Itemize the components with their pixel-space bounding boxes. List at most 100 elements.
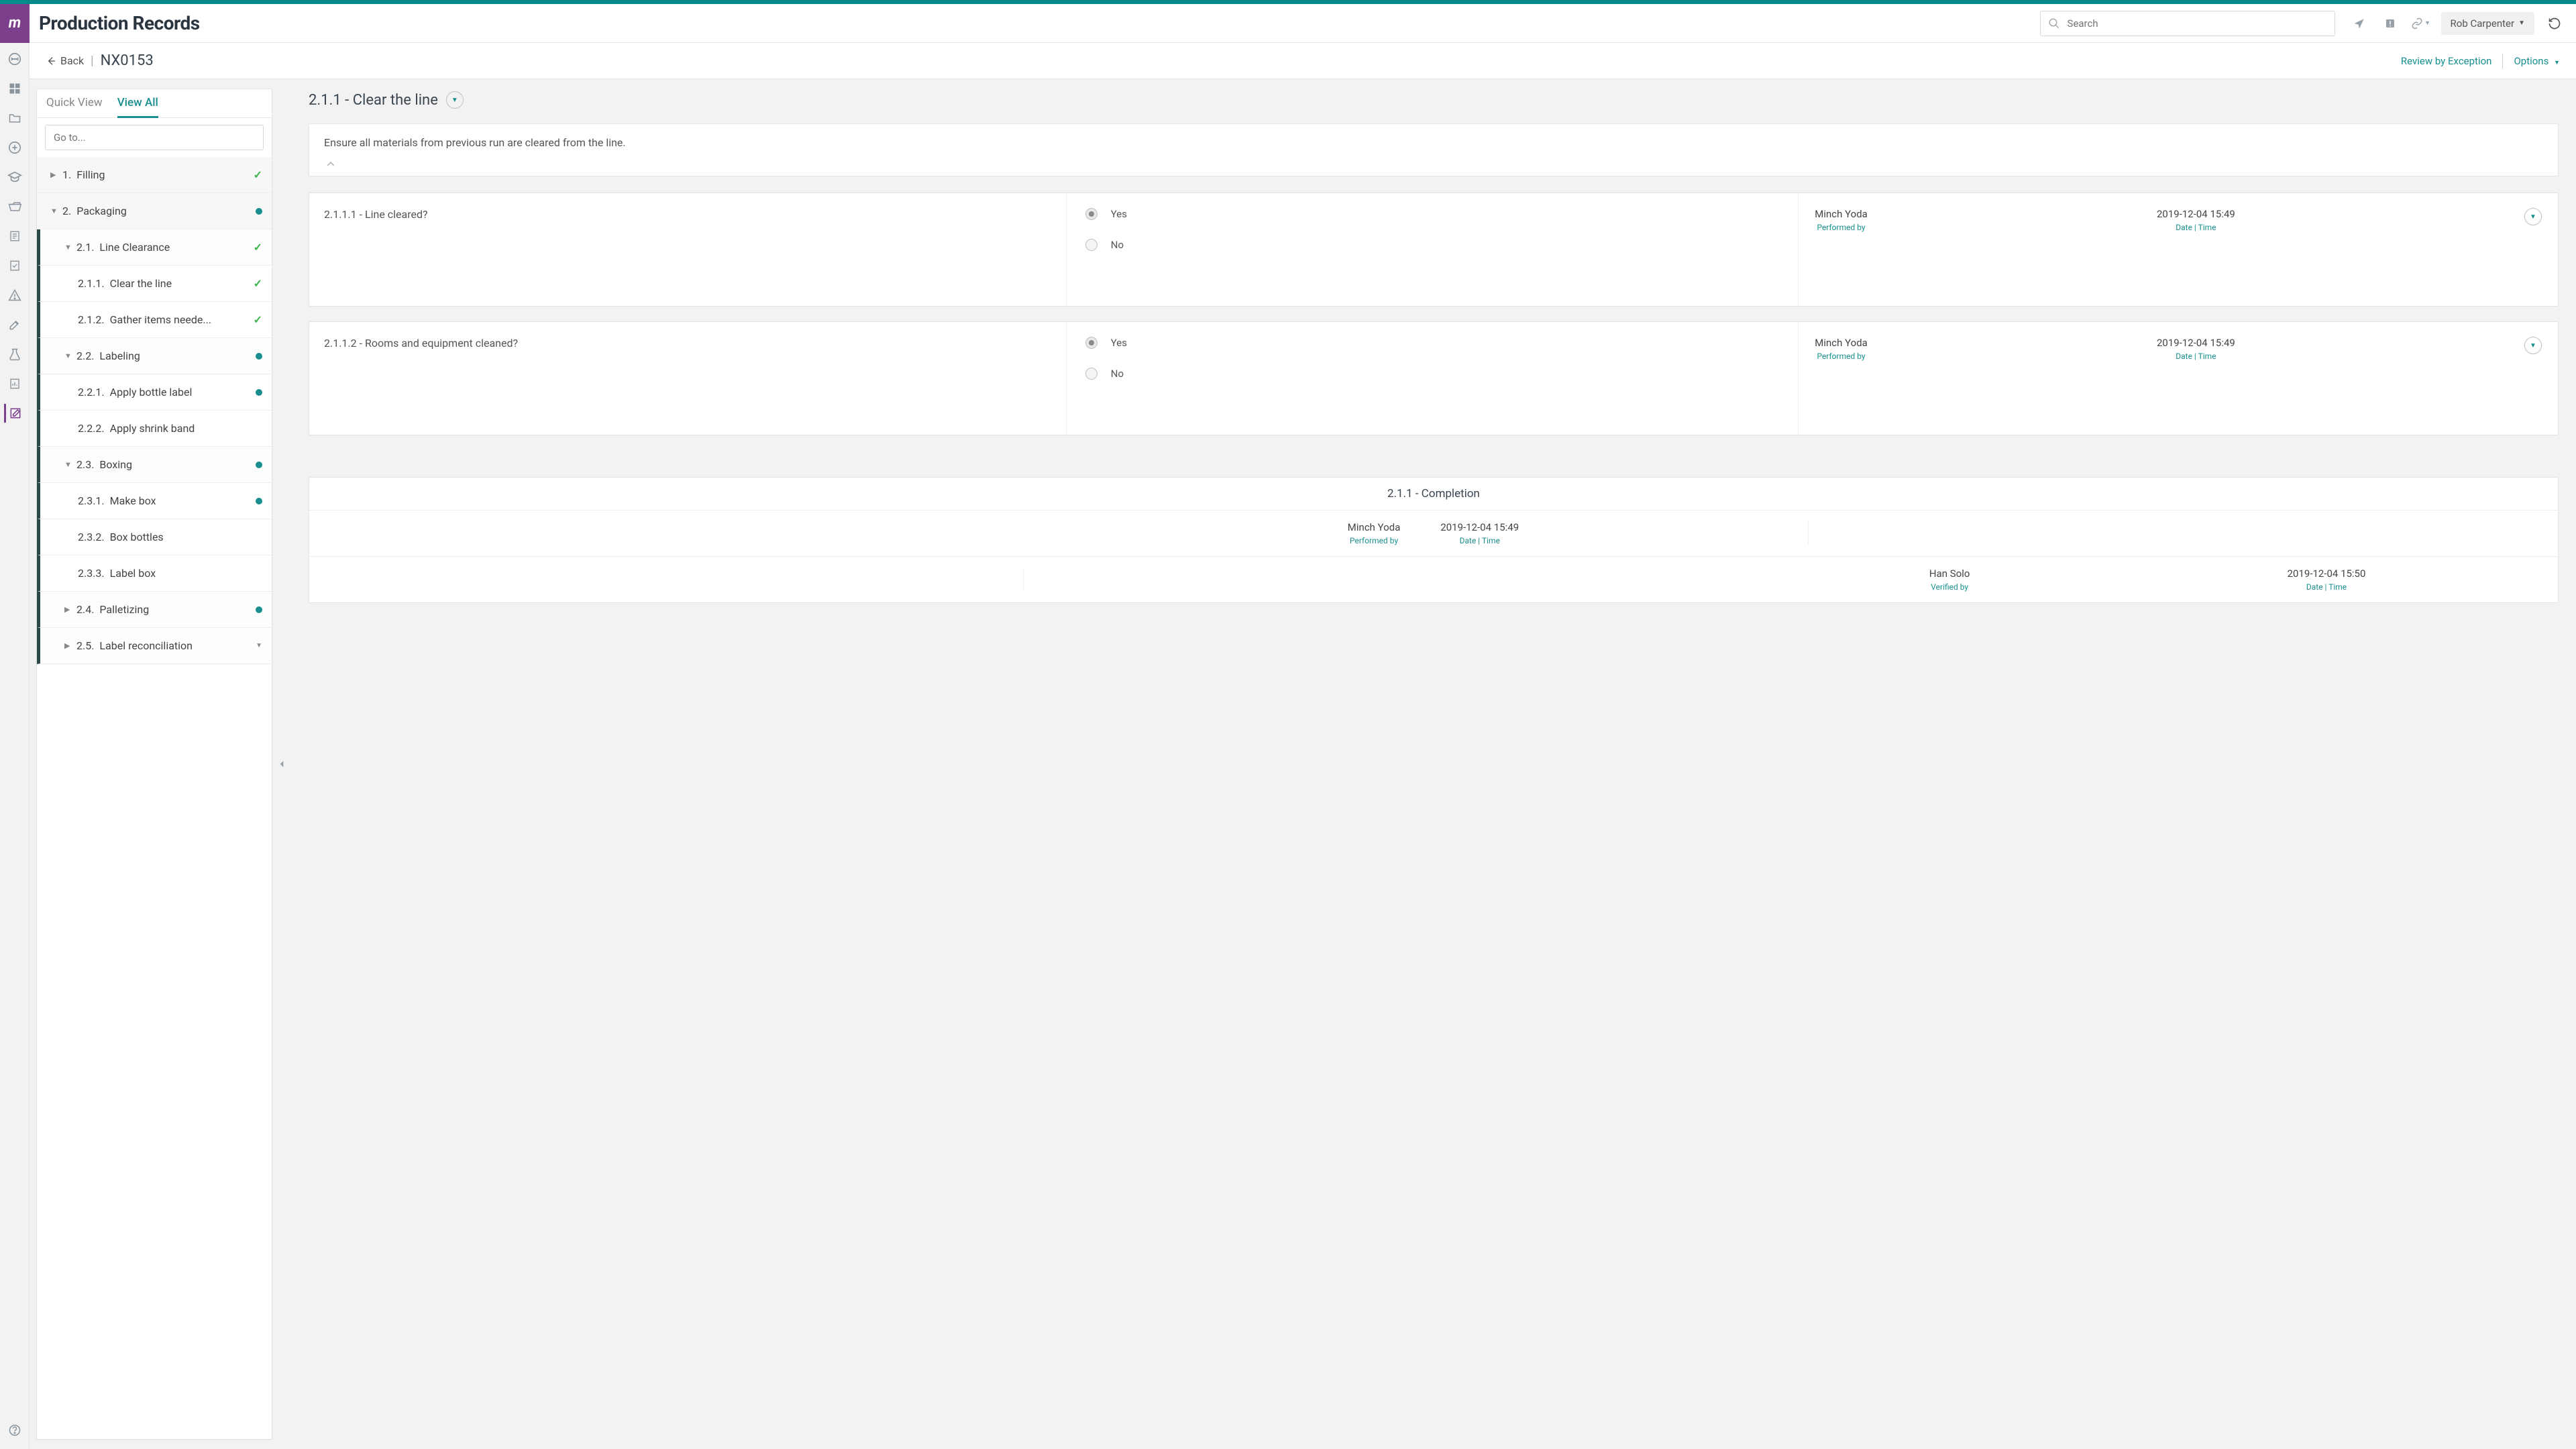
node-label: Packaging	[76, 205, 256, 217]
user-menu[interactable]: Rob Carpenter ▼	[2441, 12, 2534, 35]
caret-down-icon: ▼	[2518, 19, 2525, 27]
topbar: m Production Records ▼ Rob Carpenter ▼	[0, 4, 2576, 43]
collapse-instruction-icon[interactable]	[324, 160, 2543, 169]
user-name: Rob Carpenter	[2451, 17, 2515, 30]
rail-home-icon[interactable]	[5, 50, 24, 68]
datetime-block: 2019-12-04 15:49 Date | Time	[2157, 337, 2235, 361]
tree-scroll[interactable]: ▶ 1. Filling ✓ ▼ 2. Packaging ▼ 2. 1.	[37, 157, 272, 1439]
node-label: Box bottles	[110, 531, 262, 543]
performer-label: Performed by	[1815, 352, 1868, 361]
node-label: Palletizing	[99, 603, 256, 616]
rail-dashboard-icon[interactable]	[5, 79, 24, 98]
datetime-label: Date | Time	[2157, 352, 2235, 361]
verifier-label: Verified by	[1929, 582, 1970, 592]
tree-node-palletizing[interactable]: ▶ 2.4. Palletizing	[37, 592, 272, 628]
status-dot	[256, 205, 262, 217]
tree-node-box-bottles[interactable]: 2.3.2. Box bottles	[37, 519, 272, 555]
radio-no[interactable]: No	[1085, 368, 1780, 380]
main: Back | NX0153 Review by Exception Option…	[30, 43, 2576, 1449]
rail-records-icon[interactable]	[4, 404, 23, 423]
tree-node-gather-items[interactable]: 2.1.2. Gather items neede... ✓	[37, 302, 272, 338]
options-menu[interactable]: Options ▼	[2514, 55, 2560, 67]
chevron-down-icon: ▼	[64, 243, 76, 252]
performer-name: Minch Yoda	[1348, 521, 1401, 533]
completion-title: 2.1.1 - Completion	[309, 478, 2558, 511]
node-label: Boxing	[99, 458, 256, 471]
chevron-down-icon: ▼	[64, 352, 76, 360]
tree-node-line-clearance[interactable]: ▼ 2.1. Line Clearance ✓	[37, 229, 272, 266]
back-link[interactable]: Back	[46, 54, 84, 67]
question-card-2: 2.1.1.2 - Rooms and equipment cleaned? Y…	[309, 321, 2559, 435]
rail-add-icon[interactable]	[5, 138, 24, 157]
tree-node-apply-bottle-label[interactable]: 2.2.1. Apply bottle label	[37, 374, 272, 411]
tree-node-labeling[interactable]: ▼ 2.2. Labeling	[37, 338, 272, 374]
tree-node-apply-shrink-band[interactable]: 2.2.2. Apply shrink band	[37, 411, 272, 447]
datetime-label: Date | Time	[2157, 223, 2235, 232]
location-icon[interactable]	[2349, 13, 2370, 34]
rail-help-icon[interactable]	[5, 1421, 24, 1440]
detail-title: 2.1.1 - Clear the line	[309, 92, 438, 109]
question-answers: Yes No	[1067, 322, 1799, 435]
search-icon	[2048, 17, 2060, 30]
rail-training-icon[interactable]	[5, 168, 24, 186]
tree-node-filling[interactable]: ▶ 1. Filling ✓	[37, 157, 272, 193]
rail-document-icon[interactable]	[5, 227, 24, 246]
link-icon[interactable]: ▼	[2410, 13, 2432, 34]
radio-label: Yes	[1111, 337, 1127, 349]
refresh-icon[interactable]	[2544, 13, 2565, 34]
tab-view-all[interactable]: View All	[117, 96, 158, 118]
rail-checklist-icon[interactable]	[5, 256, 24, 275]
node-label: Make box	[110, 494, 256, 507]
node-number: 2.	[62, 205, 71, 217]
tree-node-clear-the-line[interactable]: 2.1.1. Clear the line ✓	[37, 266, 272, 302]
radio-yes[interactable]: Yes	[1085, 337, 1780, 349]
node-label: Label box	[110, 567, 262, 580]
search-input[interactable]	[2040, 11, 2335, 36]
app-logo[interactable]: m	[0, 4, 30, 43]
content-row: Quick View View All ▶ 1. Filling ✓ ▼	[30, 79, 2576, 1449]
back-label: Back	[60, 54, 84, 67]
datetime-label: Date | Time	[2288, 582, 2366, 592]
radio-icon	[1085, 337, 1097, 349]
rail-open-folder-icon[interactable]	[5, 197, 24, 216]
node-label: Labeling	[99, 350, 256, 362]
tree-node-boxing[interactable]: ▼ 2.3. Boxing	[37, 447, 272, 483]
node-label: Filling	[76, 168, 253, 181]
detail-title-row: 2.1.1 - Clear the line ▼	[309, 91, 2559, 109]
rail-report-icon[interactable]	[5, 374, 24, 393]
alert-icon[interactable]	[2379, 13, 2401, 34]
question-text: 2.1.1.2 - Rooms and equipment cleaned?	[309, 322, 1067, 435]
node-number: 2.3.	[76, 458, 94, 471]
rail-lab-icon[interactable]	[5, 345, 24, 364]
tab-quick-view[interactable]: Quick View	[46, 96, 103, 117]
section-dropdown[interactable]: ▼	[446, 91, 464, 109]
radio-yes[interactable]: Yes	[1085, 208, 1780, 220]
tree-node-label-reconciliation[interactable]: ▶ 2.5. Label reconciliation ▼	[37, 628, 272, 664]
completion-row-verified: Han Solo Verified by 2019-12-04 15:50 Da…	[309, 557, 2558, 602]
chevron-right-icon: ▶	[64, 641, 76, 650]
breadcrumb-bar: Back | NX0153 Review by Exception Option…	[30, 43, 2576, 79]
top-actions: ▼ Rob Carpenter ▼	[2349, 12, 2565, 35]
question-dropdown[interactable]: ▼	[2524, 337, 2542, 354]
node-label: Clear the line	[110, 277, 254, 290]
question-meta: Minch Yoda Performed by 2019-12-04 15:49…	[1799, 322, 2558, 435]
chevron-down-icon: ▼	[50, 207, 62, 215]
collapse-tree-handle[interactable]	[272, 79, 291, 1449]
verifier-name: Han Solo	[1929, 568, 1970, 580]
instruction-card: Ensure all materials from previous run a…	[309, 123, 2559, 176]
radio-no[interactable]: No	[1085, 239, 1780, 251]
rail-warning-icon[interactable]	[5, 286, 24, 305]
tree-node-label-box[interactable]: 2.3.3. Label box	[37, 555, 272, 592]
goto-input[interactable]	[45, 125, 264, 150]
tree-node-make-box[interactable]: 2.3.1. Make box	[37, 483, 272, 519]
status-dot	[256, 603, 262, 616]
performer-label: Performed by	[1348, 536, 1401, 545]
rail-folder-icon[interactable]	[5, 109, 24, 127]
tree-node-packaging[interactable]: ▼ 2. Packaging	[37, 193, 272, 229]
review-by-exception-link[interactable]: Review by Exception	[2401, 55, 2492, 67]
node-number: 2.1.1.	[78, 277, 105, 290]
question-dropdown[interactable]: ▼	[2524, 208, 2542, 225]
rail-edit-icon[interactable]	[5, 315, 24, 334]
options-label: Options	[2514, 55, 2548, 67]
node-number: 1.	[62, 168, 71, 181]
